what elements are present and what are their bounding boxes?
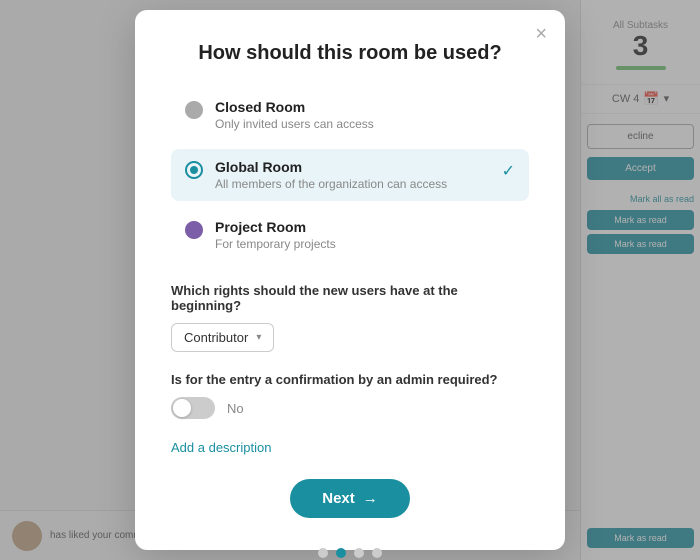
next-arrow-icon: → (363, 490, 378, 507)
dot-2 (336, 548, 346, 558)
global-room-checkmark: ✓ (502, 161, 515, 181)
room-options-list: Closed Room Only invited users can acces… (171, 89, 529, 261)
close-button[interactable]: × (535, 24, 547, 44)
modal-wrapper: × How should this room be used? Closed R… (0, 0, 700, 560)
global-room-option[interactable]: Global Room All members of the organizat… (171, 149, 529, 201)
next-btn-wrapper: Next → (171, 479, 529, 534)
contributor-value: Contributor (184, 330, 248, 345)
admin-toggle[interactable] (171, 397, 215, 419)
pagination-dots (171, 548, 529, 558)
closed-room-text: Closed Room Only invited users can acces… (215, 99, 515, 131)
toggle-label: No (227, 401, 244, 416)
dot-3 (354, 548, 364, 558)
closed-room-dot (185, 101, 203, 119)
global-room-desc: All members of the organization can acce… (215, 177, 490, 191)
room-modal: × How should this room be used? Closed R… (135, 10, 565, 550)
modal-title: How should this room be used? (171, 42, 529, 65)
project-room-name: Project Room (215, 219, 515, 235)
project-room-desc: For temporary projects (215, 237, 515, 251)
rights-label: Which rights should the new users have a… (171, 283, 529, 313)
closed-room-option[interactable]: Closed Room Only invited users can acces… (171, 89, 529, 141)
admin-label: Is for the entry a confirmation by an ad… (171, 372, 529, 387)
closed-room-name: Closed Room (215, 99, 515, 115)
next-label: Next (322, 490, 355, 507)
global-room-name: Global Room (215, 159, 490, 175)
dropdown-arrow-icon: ▾ (256, 332, 261, 343)
dot-1 (318, 548, 328, 558)
project-room-option[interactable]: Project Room For temporary projects (171, 209, 529, 261)
global-room-radio (185, 161, 203, 179)
project-room-text: Project Room For temporary projects (215, 219, 515, 251)
contributor-dropdown[interactable]: Contributor ▾ (171, 323, 274, 352)
project-room-dot (185, 221, 203, 239)
admin-section: Is for the entry a confirmation by an ad… (171, 372, 529, 419)
global-room-text: Global Room All members of the organizat… (215, 159, 490, 191)
closed-room-desc: Only invited users can access (215, 117, 515, 131)
toggle-knob (173, 399, 191, 417)
add-description-link[interactable]: Add a description (171, 440, 271, 455)
next-button[interactable]: Next → (290, 479, 410, 518)
toggle-row: No (171, 397, 529, 419)
dot-4 (372, 548, 382, 558)
